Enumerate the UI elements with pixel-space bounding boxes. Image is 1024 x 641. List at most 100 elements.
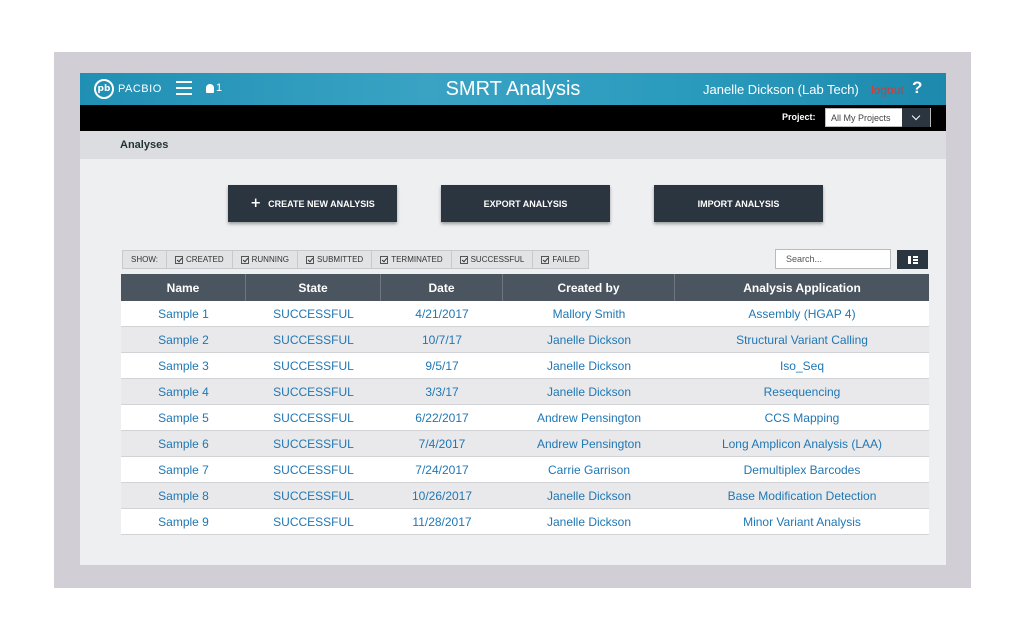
cell-date[interactable]: 11/28/2017 xyxy=(381,509,503,534)
cell-name[interactable]: Sample 9 xyxy=(121,509,246,534)
cell-date[interactable]: 6/22/2017 xyxy=(381,405,503,430)
cell-name[interactable]: Sample 7 xyxy=(121,457,246,482)
filter-label: CREATED xyxy=(185,255,224,264)
logout-link[interactable]: logout xyxy=(871,83,904,97)
column-header-analysis-application[interactable]: Analysis Application xyxy=(675,274,929,301)
state-filter-bar: SHOW: CREATED RUNNING SUBMITTED TERMINAT… xyxy=(122,250,589,269)
cell-date[interactable]: 10/26/2017 xyxy=(381,483,503,508)
pacbio-logo[interactable]: pb PACBIO xyxy=(94,79,162,99)
cell-name[interactable]: Sample 1 xyxy=(121,301,246,326)
cell-date[interactable]: 4/21/2017 xyxy=(381,301,503,326)
filter-created[interactable]: CREATED xyxy=(167,251,233,268)
cell-analysis-application[interactable]: CCS Mapping xyxy=(675,405,929,430)
page-header: Analyses xyxy=(80,131,946,159)
cell-date[interactable]: 10/7/17 xyxy=(381,327,503,352)
cell-analysis-application[interactable]: Structural Variant Calling xyxy=(675,327,929,352)
export-analysis-label: EXPORT ANALYSIS xyxy=(483,198,568,209)
cell-state[interactable]: SUCCESSFUL xyxy=(246,327,381,352)
checkbox-icon xyxy=(305,255,314,264)
cell-analysis-application[interactable]: Long Amplicon Analysis (LAA) xyxy=(675,431,929,456)
cell-name[interactable]: Sample 2 xyxy=(121,327,246,352)
cell-analysis-application[interactable]: Assembly (HGAP 4) xyxy=(675,301,929,326)
help-icon[interactable]: ? xyxy=(912,78,922,98)
cell-analysis-application[interactable]: Resequencing xyxy=(675,379,929,404)
table-row[interactable]: Sample 7 SUCCESSFUL 7/24/2017 Carrie Garris… xyxy=(121,457,929,483)
cell-analysis-application[interactable]: Base Modification Detection xyxy=(675,483,929,508)
cell-created-by[interactable]: Andrew Pensington xyxy=(503,405,675,430)
table-row[interactable]: Sample 8 SUCCESSFUL 10/26/2017 Janelle Dick… xyxy=(121,483,929,509)
cell-analysis-application[interactable]: Demultiplex Barcodes xyxy=(675,457,929,482)
table-row[interactable]: Sample 6 SUCCESSFUL 7/4/2017 Andrew Pensing… xyxy=(121,431,929,457)
cell-name[interactable]: Sample 3 xyxy=(121,353,246,378)
cell-name[interactable]: Sample 5 xyxy=(121,405,246,430)
cell-state[interactable]: SUCCESSFUL xyxy=(246,379,381,404)
plus-icon: + xyxy=(250,196,262,211)
search-input[interactable] xyxy=(775,249,891,269)
analyses-table: Name State Date Created by Analysis Appl… xyxy=(121,274,929,535)
column-header-date[interactable]: Date xyxy=(381,274,503,301)
cell-analysis-application[interactable]: Minor Variant Analysis xyxy=(675,509,929,534)
filter-submitted[interactable]: SUBMITTED xyxy=(298,251,373,268)
cell-analysis-application[interactable]: Iso_Seq xyxy=(675,353,929,378)
cell-created-by[interactable]: Janelle Dickson xyxy=(503,379,675,404)
list-icon xyxy=(907,255,918,264)
filter-label: SUCCESSFUL xyxy=(470,255,525,264)
cell-name[interactable]: Sample 6 xyxy=(121,431,246,456)
table-row[interactable]: Sample 1 SUCCESSFUL 4/21/2017 Mallory Smith… xyxy=(121,301,929,327)
cell-name[interactable]: Sample 4 xyxy=(121,379,246,404)
filter-running[interactable]: RUNNING xyxy=(233,251,298,268)
cell-state[interactable]: SUCCESSFUL xyxy=(246,483,381,508)
notification-count: 1 xyxy=(216,82,223,94)
create-new-analysis-label: CREATE NEW ANALYSIS xyxy=(268,198,375,209)
cell-created-by[interactable]: Janelle Dickson xyxy=(503,327,675,352)
cell-state[interactable]: SUCCESSFUL xyxy=(246,457,381,482)
table-row[interactable]: Sample 4 SUCCESSFUL 3/3/17 Janelle Dickson R… xyxy=(121,379,929,405)
table-row[interactable]: Sample 9 SUCCESSFUL 11/28/2017 Janelle Dick… xyxy=(121,509,929,535)
cell-state[interactable]: SUCCESSFUL xyxy=(246,431,381,456)
checkbox-icon xyxy=(380,255,389,264)
filter-label: FAILED xyxy=(552,255,580,264)
cell-name[interactable]: Sample 8 xyxy=(121,483,246,508)
hamburger-menu-icon[interactable] xyxy=(176,81,192,95)
project-select[interactable]: All My Projects xyxy=(825,108,931,127)
filter-label: RUNNING xyxy=(251,255,289,264)
cell-date[interactable]: 7/24/2017 xyxy=(381,457,503,482)
cell-date[interactable]: 9/5/17 xyxy=(381,353,503,378)
create-new-analysis-button[interactable]: + CREATE NEW ANALYSIS xyxy=(228,185,397,222)
column-header-state[interactable]: State xyxy=(246,274,381,301)
export-analysis-button[interactable]: EXPORT ANALYSIS xyxy=(441,185,610,222)
table-row[interactable]: Sample 2 SUCCESSFUL 10/7/17 Janelle Dickson… xyxy=(121,327,929,353)
user-name: Janelle Dickson (Lab Tech) xyxy=(703,82,859,97)
cell-created-by[interactable]: Janelle Dickson xyxy=(503,483,675,508)
project-select-value: All My Projects xyxy=(831,112,891,123)
cell-created-by[interactable]: Janelle Dickson xyxy=(503,509,675,534)
notifications-button[interactable]: 1 xyxy=(206,82,222,94)
checkbox-icon xyxy=(174,255,183,264)
list-view-button[interactable] xyxy=(897,250,928,269)
column-header-created-by[interactable]: Created by xyxy=(503,274,675,301)
cell-state[interactable]: SUCCESSFUL xyxy=(246,301,381,326)
cell-created-by[interactable]: Carrie Garrison xyxy=(503,457,675,482)
cell-date[interactable]: 7/4/2017 xyxy=(381,431,503,456)
cell-state[interactable]: SUCCESSFUL xyxy=(246,353,381,378)
filter-failed[interactable]: FAILED xyxy=(533,251,588,268)
project-label: Project: xyxy=(782,112,816,122)
cell-created-by[interactable]: Andrew Pensington xyxy=(503,431,675,456)
table-row[interactable]: Sample 3 SUCCESSFUL 9/5/17 Janelle Dickson I… xyxy=(121,353,929,379)
cell-state[interactable]: SUCCESSFUL xyxy=(246,405,381,430)
column-header-name[interactable]: Name xyxy=(121,274,246,301)
table-row[interactable]: Sample 5 SUCCESSFUL 6/22/2017 Andrew Pensin… xyxy=(121,405,929,431)
page-title: Analyses xyxy=(120,139,169,151)
cell-created-by[interactable]: Janelle Dickson xyxy=(503,353,675,378)
cell-state[interactable]: SUCCESSFUL xyxy=(246,509,381,534)
table-header: Name State Date Created by Analysis Appl… xyxy=(121,274,929,301)
filter-successful[interactable]: SUCCESSFUL xyxy=(452,251,534,268)
checkbox-icon xyxy=(240,255,249,264)
cell-created-by[interactable]: Mallory Smith xyxy=(503,301,675,326)
filter-show-label: SHOW: xyxy=(123,251,167,268)
cell-date[interactable]: 3/3/17 xyxy=(381,379,503,404)
chevron-down-icon[interactable] xyxy=(901,108,930,127)
import-analysis-button[interactable]: IMPORT ANALYSIS xyxy=(654,185,823,222)
filter-terminated[interactable]: TERMINATED xyxy=(372,251,452,268)
pacbio-logo-text: PACBIO xyxy=(118,83,162,95)
